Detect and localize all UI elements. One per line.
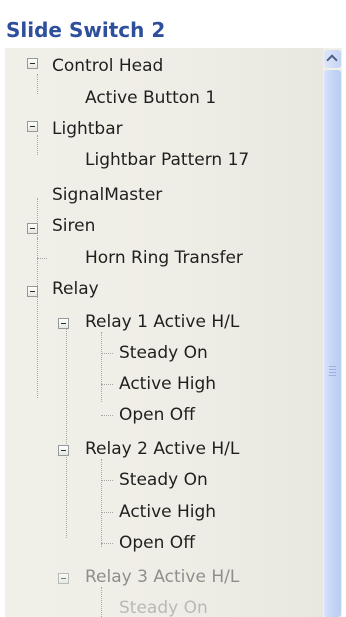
grip-line xyxy=(329,366,336,367)
collapse-icon[interactable] xyxy=(27,58,38,69)
tree-guide-line xyxy=(101,384,113,385)
grip-line xyxy=(329,369,336,370)
collapse-icon[interactable] xyxy=(27,223,38,234)
grip-line xyxy=(329,375,336,376)
tree-node-siren[interactable]: Siren xyxy=(52,214,95,238)
collapse-icon[interactable] xyxy=(58,318,69,329)
tree-guide-line xyxy=(101,459,102,547)
grip-line xyxy=(329,372,336,373)
tree-guide-line xyxy=(101,415,113,416)
tree-node-lightbar-pattern-17[interactable]: Lightbar Pattern 17 xyxy=(85,148,249,172)
tree-guide-line xyxy=(101,353,113,354)
tree-node-relay-1-steady-on[interactable]: Steady On xyxy=(119,341,208,365)
collapse-icon[interactable] xyxy=(58,445,69,456)
tree-node-relay-3-steady-on[interactable]: Steady On xyxy=(119,596,208,617)
collapse-icon[interactable] xyxy=(58,573,69,584)
tree-node-active-button-1[interactable]: Active Button 1 xyxy=(85,86,216,110)
tree-guide-line xyxy=(37,135,38,155)
tree-node-relay-1-open-off[interactable]: Open Off xyxy=(119,403,195,427)
scrollbar-thumb[interactable] xyxy=(324,70,341,617)
tree-node-lightbar[interactable]: Lightbar xyxy=(52,117,123,141)
tree-panel: Control Head Active Button 1 Lightbar Li… xyxy=(5,48,342,617)
tree-guide-line xyxy=(66,328,67,538)
tree-guide-line xyxy=(101,332,102,402)
tree-guide-line xyxy=(101,543,113,544)
vertical-scrollbar[interactable] xyxy=(323,48,342,617)
chevron-up-icon[interactable] xyxy=(324,50,341,68)
tree-node-relay-1-active-high[interactable]: Active High xyxy=(119,372,216,396)
page-title: Slide Switch 2 xyxy=(6,18,166,42)
collapse-icon[interactable] xyxy=(27,121,38,132)
tree-guide-line xyxy=(101,480,113,481)
tree-guide-line xyxy=(37,258,47,259)
tree-node-relay-2-active-high[interactable]: Active High xyxy=(119,500,216,524)
tree-guide-line xyxy=(101,512,113,513)
tree-node-relay-3[interactable]: Relay 3 Active H/L xyxy=(85,565,239,589)
tree-node-relay-2[interactable]: Relay 2 Active H/L xyxy=(85,437,239,461)
tree-node-relay[interactable]: Relay xyxy=(52,277,99,301)
collapse-icon[interactable] xyxy=(27,286,38,297)
tree-guide-line xyxy=(101,587,102,617)
tree-node-relay-2-open-off[interactable]: Open Off xyxy=(119,531,195,555)
tree-guide-line xyxy=(37,74,38,94)
tree-node-horn-ring-transfer[interactable]: Horn Ring Transfer xyxy=(85,246,243,270)
tree-node-relay-1[interactable]: Relay 1 Active H/L xyxy=(85,310,239,334)
tree-node-relay-2-steady-on[interactable]: Steady On xyxy=(119,468,208,492)
tree-node-control-head[interactable]: Control Head xyxy=(52,54,163,78)
tree-node-signalmaster[interactable]: SignalMaster xyxy=(52,183,162,207)
tree-guide-line xyxy=(37,238,38,258)
